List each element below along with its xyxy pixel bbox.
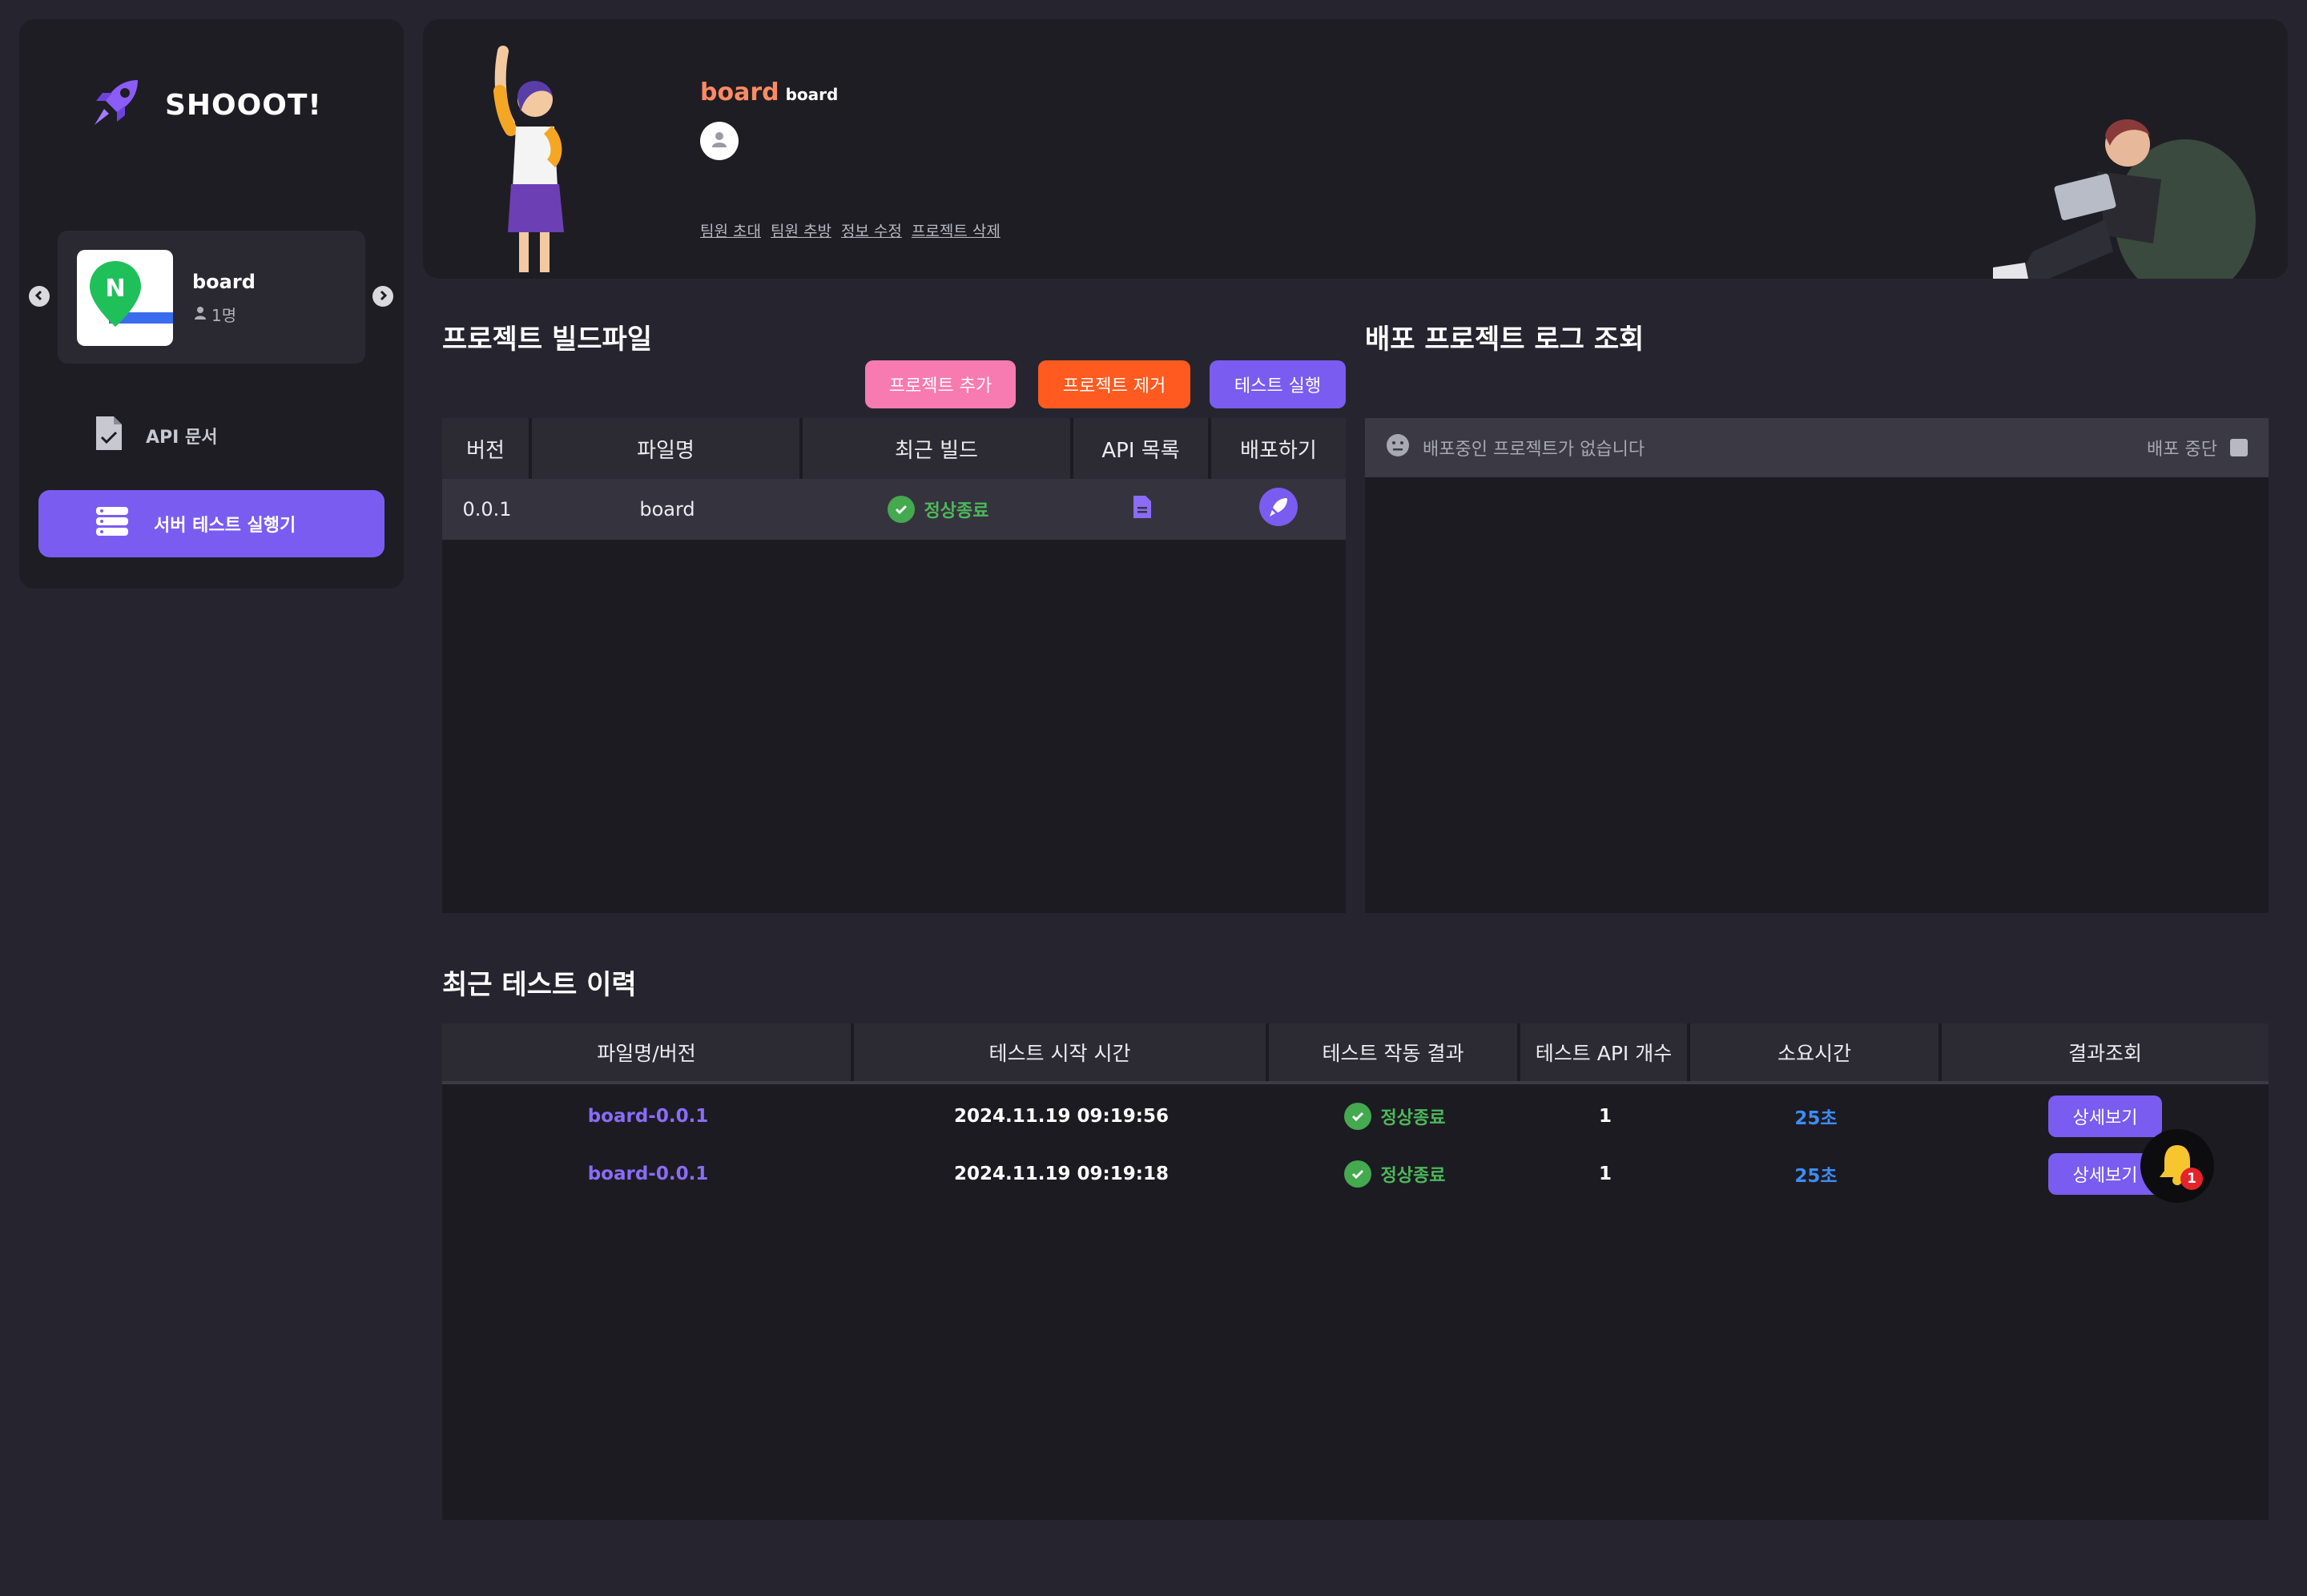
prev-project-button[interactable] [29, 286, 50, 307]
history-action-cell: 상세보기 [1942, 1145, 2269, 1203]
file-icon [1132, 494, 1153, 525]
deploy-button[interactable] [1211, 479, 1346, 540]
history-result: 정상종료 [1269, 1145, 1520, 1203]
log-empty-message: 배포중인 프로젝트가 없습니다 [1386, 433, 1645, 462]
add-project-button[interactable]: 프로젝트 추가 [865, 360, 1016, 408]
stop-deploy-button[interactable]: 배포 중단 [2147, 435, 2248, 460]
history-section-title: 최근 테스트 이력 [442, 969, 637, 1001]
col-filename: 파일명 [532, 418, 803, 479]
nav-server-test-runner-label: 서버 테스트 실행기 [154, 516, 296, 536]
project-card[interactable]: N board 1명 [58, 231, 365, 364]
run-test-button[interactable]: 테스트 실행 [1210, 360, 1346, 408]
history-action-cell: 상세보기 [1942, 1087, 2269, 1145]
stop-icon [2230, 439, 2248, 456]
nav-api-docs[interactable]: API 문서 [95, 415, 217, 456]
history-table-header: 파일명/버전 테스트 시작 시간 테스트 작동 결과 테스트 API 개수 소요… [442, 1023, 2269, 1084]
table-row: board-0.0.1 2024.11.19 09:19:18 정상종료 1 2… [442, 1145, 2269, 1203]
col-version: 버전 [442, 418, 532, 479]
col-result-view: 결과조회 [2067, 1042, 2142, 1065]
banner-links: 팀원 초대 팀원 추방 정보 수정 프로젝트 삭제 [700, 219, 1001, 241]
banner-title: board board [700, 78, 838, 107]
col-recent-build: 최근 빌드 [803, 418, 1073, 479]
test-history-table: 파일명/버전 테스트 시작 시간 테스트 작동 결과 테스트 API 개수 소요… [442, 1023, 2269, 1520]
build-table-header: 버전 파일명 최근 빌드 API 목록 배포하기 [442, 418, 1346, 479]
banner-project-sub: board [785, 85, 839, 104]
history-api-count: 1 [1598, 1164, 1612, 1184]
notification-count-badge: 1 [2180, 1168, 2203, 1190]
remove-project-button[interactable]: 프로젝트 제거 [1038, 360, 1190, 408]
row-filename: board [639, 498, 695, 521]
build-section-title: 프로젝트 빌드파일 [442, 324, 653, 356]
build-table: 버전 파일명 최근 빌드 API 목록 배포하기 0.0.1 board 정상종… [442, 418, 1346, 913]
deploy-log-panel: 배포중인 프로젝트가 없습니다 배포 중단 [1365, 418, 2269, 913]
thumb-letter: N [105, 275, 125, 303]
user-icon [194, 305, 207, 324]
member-count: 1명 [211, 306, 237, 325]
stop-deploy-label: 배포 중단 [2147, 440, 2217, 460]
project-name: board [192, 271, 256, 293]
detail-view-button[interactable]: 상세보기 [2048, 1095, 2162, 1137]
col-deploy: 배포하기 [1240, 438, 1317, 463]
notification-bell-button[interactable]: 1 [2140, 1129, 2214, 1203]
table-row: board-0.0.1 2024.11.19 09:19:56 정상종료 1 2… [442, 1087, 2269, 1145]
history-start-time: 2024.11.19 09:19:18 [954, 1164, 1169, 1184]
history-api-count: 1 [1598, 1106, 1612, 1127]
project-banner: board board 팀원 초대 팀원 추방 정보 수정 프로젝트 삭제 [423, 19, 2288, 279]
app-logo[interactable]: SHOOOT! [88, 77, 322, 133]
row-version: 0.0.1 [462, 498, 512, 521]
server-icon [95, 505, 130, 542]
document-check-icon [95, 415, 123, 456]
log-header: 배포중인 프로젝트가 없습니다 배포 중단 [1365, 418, 2269, 477]
check-circle-icon [1343, 1103, 1371, 1130]
history-duration: 25초 [1794, 1166, 1838, 1187]
chevron-left-icon [34, 289, 45, 304]
nav-server-test-runner[interactable]: 서버 테스트 실행기 [38, 490, 384, 557]
history-file[interactable]: board-0.0.1 [442, 1087, 854, 1145]
man-beanbag-illustration [1961, 99, 2265, 279]
edit-info-link[interactable]: 정보 수정 [841, 219, 902, 241]
col-api-list: API 목록 [1073, 418, 1211, 479]
row-build-status: 정상종료 [803, 479, 1073, 540]
history-duration: 25초 [1794, 1108, 1838, 1129]
rocket-icon [88, 77, 144, 133]
project-thumbnail: N [77, 250, 173, 346]
project-members: 1명 [194, 303, 236, 326]
col-test-result: 테스트 작동 결과 [1269, 1023, 1520, 1081]
col-test-start-time: 테스트 시작 시간 [854, 1023, 1269, 1081]
history-result: 정상종료 [1269, 1087, 1520, 1145]
log-section-title: 배포 프로젝트 로그 조회 [1365, 324, 1645, 356]
nav-api-docs-label: API 문서 [146, 428, 218, 448]
user-icon [711, 131, 727, 151]
member-avatar[interactable] [700, 122, 739, 160]
history-start-time: 2024.11.19 09:19:56 [954, 1106, 1169, 1127]
app-name: SHOOOT! [165, 88, 322, 122]
chevron-right-icon [377, 289, 389, 304]
table-row[interactable]: 0.0.1 board 정상종료 [442, 479, 1346, 540]
next-project-button[interactable] [372, 286, 393, 307]
check-circle-icon [1343, 1160, 1371, 1188]
history-result-text: 정상종료 [1380, 1108, 1446, 1128]
col-test-api-count: 테스트 API 개수 [1520, 1023, 1690, 1081]
rocket-icon [1259, 488, 1298, 531]
banner-project-name: board [700, 78, 779, 107]
kick-member-link[interactable]: 팀원 추방 [771, 219, 831, 241]
delete-project-link[interactable]: 프로젝트 삭제 [912, 219, 1001, 241]
api-list-button[interactable] [1073, 479, 1211, 540]
history-file[interactable]: board-0.0.1 [442, 1145, 854, 1203]
col-file-version: 파일명/버전 [442, 1023, 854, 1081]
woman-illustration [471, 43, 567, 279]
log-empty-text: 배포중인 프로젝트가 없습니다 [1423, 440, 1645, 460]
history-result-text: 정상종료 [1380, 1166, 1446, 1186]
invite-member-link[interactable]: 팀원 초대 [700, 219, 761, 241]
col-duration: 소요시간 [1690, 1023, 1942, 1081]
build-status-text: 정상종료 [924, 501, 989, 521]
neutral-face-icon [1386, 433, 1410, 462]
check-circle-icon [887, 496, 915, 523]
